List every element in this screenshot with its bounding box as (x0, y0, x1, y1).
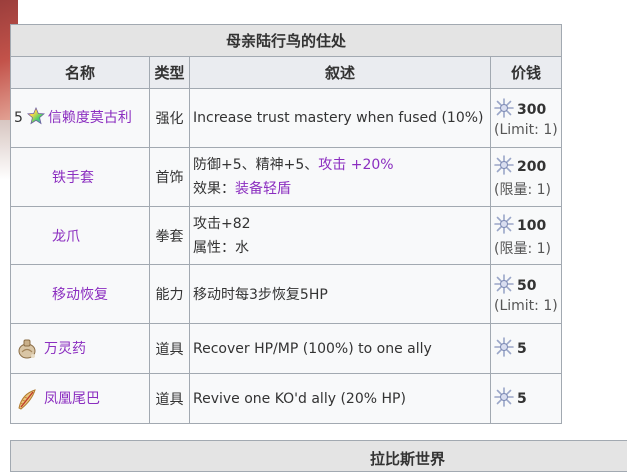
desc-text: 移动时每3步恢复5HP (193, 287, 328, 303)
table-row: 龙爪 拳套 攻击+82 属性：水 100 (限量: 1) (10, 206, 562, 265)
purchase-limit: (Limit: 1) (494, 122, 558, 138)
phoenix-down-icon (14, 386, 40, 412)
item-name-cell: 移动恢复 (10, 264, 150, 324)
item-type: 能力 (149, 264, 190, 324)
item-link[interactable]: 龙爪 (52, 229, 80, 245)
price-value: 5 (517, 340, 527, 357)
effect-link[interactable]: 攻击 +20% (318, 157, 393, 173)
item-name-cell: 铁手套 (10, 147, 150, 207)
desc-text: Revive one KO'd ally (20% HP) (193, 390, 406, 407)
item-type: 拳套 (149, 206, 190, 265)
price-value: 200 (517, 159, 547, 175)
item-type: 强化 (149, 88, 190, 148)
table-row: 万灵药 道具 Recover HP/MP (100%) to one ally … (10, 323, 562, 374)
item-link[interactable]: 万灵药 (44, 341, 86, 357)
shop-table: 母亲陆行鸟的住处 名称 类型 叙述 价钱 5 信赖度莫古利 强化 Increase… (10, 24, 562, 424)
item-name-cell: 龙爪 (10, 206, 150, 265)
item-price-cell: 50 (Limit: 1) (490, 264, 562, 324)
item-desc: 移动时每3步恢复5HP (189, 264, 491, 324)
item-name-cell: 万灵药 (10, 323, 150, 374)
item-desc: 攻击+82 属性：水 (189, 206, 491, 265)
desc-text: 效果： (193, 181, 235, 197)
elixir-icon (14, 336, 40, 362)
item-desc: Revive one KO'd ally (20% HP) (189, 373, 491, 424)
lapis-crystal-icon (494, 98, 514, 122)
lapis-crystal-icon (494, 386, 514, 411)
purchase-limit: (限量: 1) (494, 182, 551, 198)
desc-text: Increase trust mastery when fused (10%) (193, 110, 484, 126)
item-link[interactable]: 铁手套 (52, 170, 94, 186)
next-section-header (10, 440, 627, 472)
price-value: 100 (517, 217, 547, 234)
item-price-cell: 100 (限量: 1) (490, 206, 562, 265)
table-row: 铁手套 首饰 防御+5、精神+5、攻击 +20% 效果：装备轻盾 200 (限量… (10, 147, 562, 207)
desc-text: 属性：水 (193, 239, 249, 256)
purchase-limit: (Limit: 1) (494, 298, 558, 314)
item-type: 首饰 (149, 147, 190, 207)
item-price-cell: 5 (490, 323, 562, 374)
price-value: 50 (517, 278, 537, 294)
item-price-cell: 300 (Limit: 1) (490, 88, 562, 148)
table-row: 凤凰尾巴 道具 Revive one KO'd ally (20% HP) 5 (10, 373, 562, 424)
item-name-cell: 凤凰尾巴 (10, 373, 150, 424)
desc-text: 攻击+82 (193, 215, 251, 232)
table-row: 移动恢复 能力 移动时每3步恢复5HP 50 (Limit: 1) (10, 264, 562, 324)
table-title: 母亲陆行鸟的住处 (10, 24, 562, 57)
lapis-crystal-icon (494, 213, 514, 238)
price-value: 300 (517, 102, 547, 118)
item-desc: Recover HP/MP (100%) to one ally (189, 323, 491, 374)
item-price-cell: 5 (490, 373, 562, 424)
lapis-crystal-icon (494, 336, 514, 361)
desc-text: 防御+5、精神+5、 (193, 157, 319, 173)
item-link[interactable]: 信赖度莫古利 (48, 110, 132, 126)
item-price-cell: 200 (限量: 1) (490, 147, 562, 207)
item-link[interactable]: 移动恢复 (52, 287, 108, 303)
item-type: 道具 (149, 373, 190, 424)
item-desc: 防御+5、精神+5、攻击 +20% 效果：装备轻盾 (189, 147, 491, 207)
effect-link[interactable]: 装备轻盾 (235, 181, 291, 197)
item-count: 5 (14, 110, 23, 126)
header-name: 名称 (10, 56, 150, 89)
header-price: 价钱 (490, 56, 562, 89)
item-link[interactable]: 凤凰尾巴 (44, 391, 100, 407)
lapis-crystal-icon (494, 155, 514, 179)
header-desc: 叙述 (189, 56, 491, 89)
lapis-crystal-icon (494, 274, 514, 298)
desc-text: Recover HP/MP (100%) to one ally (193, 340, 432, 357)
rainbow-star-icon (26, 106, 45, 129)
item-desc: Increase trust mastery when fused (10%) (189, 88, 491, 148)
item-name-cell: 5 信赖度莫古利 (10, 88, 150, 148)
price-value: 5 (517, 390, 527, 407)
table-row: 5 信赖度莫古利 强化 Increase trust mastery when f… (10, 88, 562, 148)
item-type: 道具 (149, 323, 190, 374)
purchase-limit: (限量: 1) (494, 240, 551, 257)
header-type: 类型 (149, 56, 190, 89)
